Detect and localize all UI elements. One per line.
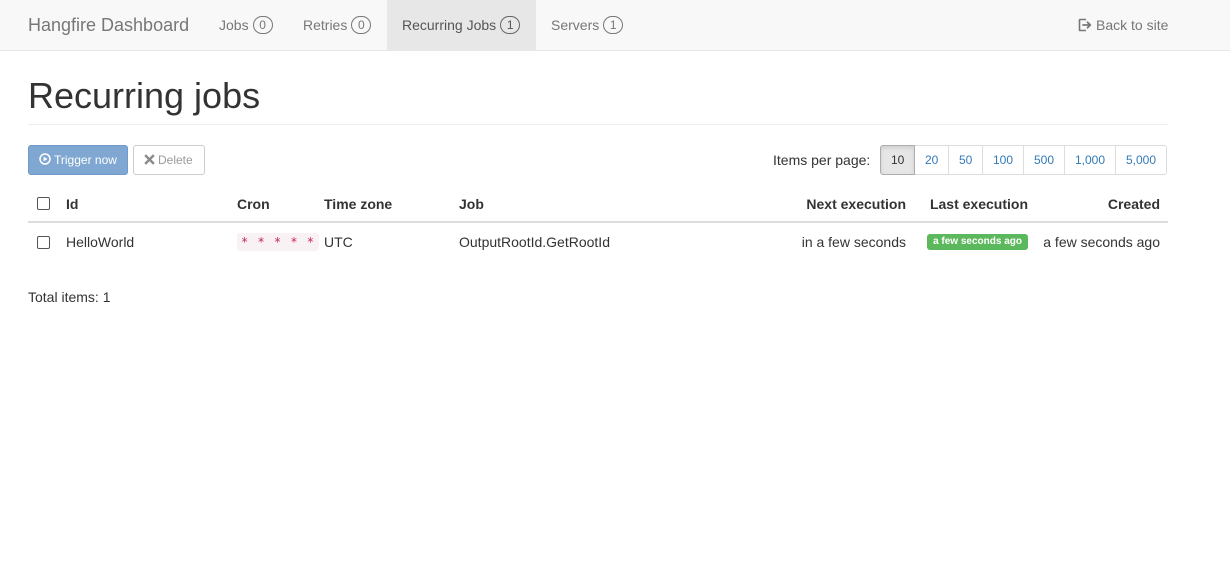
close-icon [144, 154, 155, 165]
row-select-cell [37, 223, 57, 261]
page-size-selector: 10 20 50 100 500 1,000 5,000 [880, 145, 1167, 175]
count-badge: 0 [351, 16, 372, 34]
job-id: HelloWorld [66, 234, 135, 250]
table-header-row: Id Cron Time zone Job Next execution Las… [28, 186, 1168, 223]
count-badge: 1 [500, 16, 521, 34]
page-size-option[interactable]: 50 [948, 145, 983, 175]
column-header-job[interactable]: Job [459, 186, 484, 221]
row-checkbox[interactable] [37, 235, 50, 249]
count-badge: 0 [252, 16, 273, 34]
page-title: Recurring jobs [28, 75, 261, 116]
cron-expression: * * * * * [237, 233, 320, 251]
brand-link[interactable]: Hangfire Dashboard [28, 0, 189, 50]
count-badge: 1 [603, 16, 624, 34]
nav-item-recurring-jobs[interactable]: Recurring Jobs 1 [387, 0, 536, 50]
nav-item-retries[interactable]: Retries 0 [288, 0, 386, 50]
nav-item-label: Servers [551, 17, 600, 33]
nav-item-jobs[interactable]: Jobs 0 [204, 0, 288, 50]
back-link-label: Back to site [1096, 17, 1169, 33]
column-header-last-execution[interactable]: Last execution [930, 186, 1028, 221]
play-circle-icon [39, 153, 51, 165]
cron-cell: * * * * * [237, 223, 320, 261]
delete-label: Delete [158, 153, 193, 167]
trigger-now-button[interactable]: Trigger now [28, 145, 128, 175]
last-execution-cell: a few seconds ago [927, 223, 1028, 261]
navbar: Hangfire Dashboard Jobs 0 Retries 0 Recurr… [0, 0, 1230, 51]
select-all-checkbox[interactable] [37, 197, 50, 210]
items-per-page-label: Items per page: [773, 152, 871, 168]
table-row: HelloWorld * * * * * UTC OutputRootId.Ge… [28, 223, 1168, 261]
page-size-option[interactable]: 1,000 [1064, 145, 1116, 175]
trigger-now-label: Trigger now [54, 153, 117, 167]
last-execution-badge[interactable]: a few seconds ago [927, 234, 1028, 250]
nav-item-label: Jobs [219, 17, 249, 33]
nav-item-label: Retries [303, 17, 348, 33]
job-method: OutputRootId.GetRootId [459, 234, 610, 250]
column-header-next-execution[interactable]: Next execution [806, 186, 906, 221]
column-header-time-zone[interactable]: Time zone [324, 186, 392, 221]
page-size-option[interactable]: 20 [914, 145, 949, 175]
next-execution: in a few seconds [801, 234, 906, 250]
nav-item-label: Recurring Jobs [402, 17, 497, 33]
page-size-option[interactable]: 10 [880, 145, 915, 175]
column-header-id[interactable]: Id [66, 186, 78, 221]
column-header-created[interactable]: Created [1108, 186, 1160, 221]
sign-out-icon [1078, 18, 1092, 32]
created-time: a few seconds ago [1043, 234, 1160, 250]
total-items: Total items: 1 [28, 289, 111, 305]
page-size-option[interactable]: 5,000 [1115, 145, 1167, 175]
back-to-site-link[interactable]: Back to site [1078, 0, 1168, 50]
page-size-option[interactable]: 500 [1023, 145, 1065, 175]
page-size-option[interactable]: 100 [982, 145, 1024, 175]
time-zone: UTC [324, 234, 353, 250]
delete-button[interactable]: Delete [133, 145, 205, 175]
title-divider [28, 124, 1168, 125]
nav-item-servers[interactable]: Servers 1 [536, 0, 638, 50]
select-all-cell [37, 186, 57, 221]
column-header-cron[interactable]: Cron [237, 186, 270, 221]
recurring-jobs-table: Id Cron Time zone Job Next execution Las… [28, 186, 1168, 261]
